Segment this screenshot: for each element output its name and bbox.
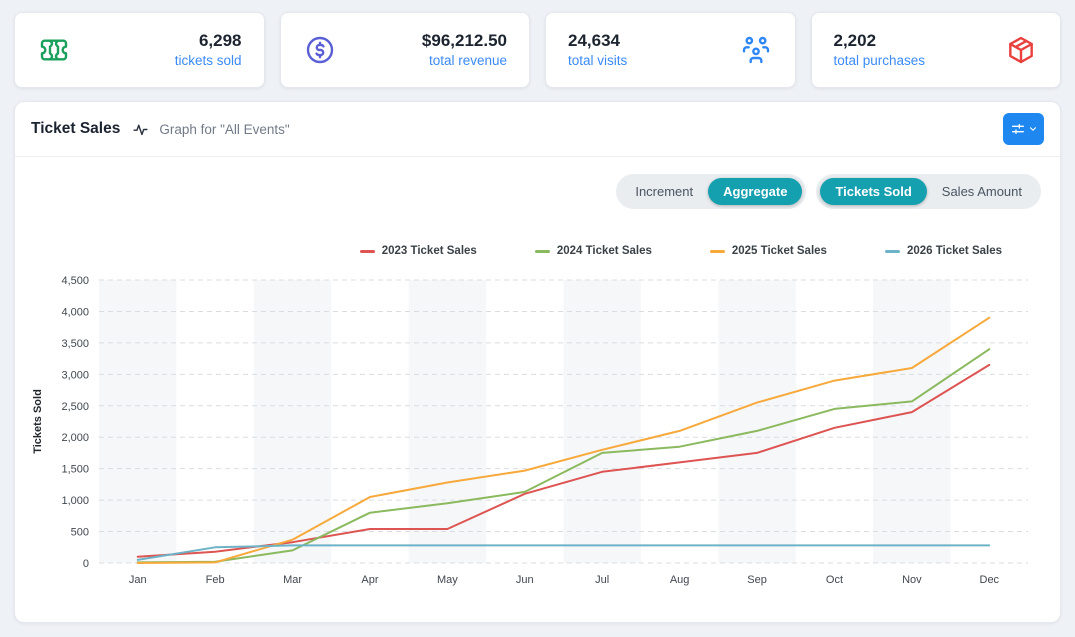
stat-value: 6,298 [175, 30, 242, 51]
users-group-icon [739, 33, 773, 67]
panel-title: Ticket Sales [31, 120, 120, 138]
ticket-sales-line-chart: 0 500 1,000 1,500 2,000 2,500 3,000 3,500 4,000 4… [27, 267, 1050, 601]
legend-item[interactable]: 2023 Ticket Sales [360, 245, 477, 257]
x-tick-label: Jul [595, 574, 609, 586]
stat-card-total-purchases: 2,202 total purchases [811, 12, 1062, 88]
x-tick-label: Feb [206, 574, 225, 586]
y-tick-label: 2,000 [61, 432, 89, 444]
stat-label: total purchases [834, 53, 926, 70]
x-tick-label: Nov [902, 574, 922, 586]
legend-label: 2024 Ticket Sales [557, 245, 652, 257]
y-tick-label: 500 [71, 527, 89, 539]
package-icon [1004, 33, 1038, 67]
legend-marker [535, 250, 550, 253]
chart-controls: Increment Aggregate Tickets Sold Sales A… [15, 157, 1060, 209]
stat-label: tickets sold [175, 53, 242, 70]
x-tick-label: Aug [670, 574, 690, 586]
toggle-aggregate[interactable]: Aggregate [708, 178, 802, 205]
metric-toggle-group: Tickets Sold Sales Amount [816, 174, 1041, 209]
stat-card-total-revenue: $96,212.50 total revenue [280, 12, 531, 88]
legend-item[interactable]: 2024 Ticket Sales [535, 245, 652, 257]
toggle-sales-amount[interactable]: Sales Amount [927, 178, 1037, 205]
y-tick-label: 4,500 [61, 275, 89, 287]
legend-marker [360, 250, 375, 253]
legend-item[interactable]: 2025 Ticket Sales [710, 245, 827, 257]
toggle-tickets-sold[interactable]: Tickets Sold [820, 178, 926, 205]
x-tick-label: Jan [129, 574, 147, 586]
chart-legend: 2023 Ticket Sales 2024 Ticket Sales 2025 T… [15, 209, 1060, 257]
chart-area: 0 500 1,000 1,500 2,000 2,500 3,000 3,500 4,000 4… [15, 257, 1060, 606]
y-tick-label: 3,500 [61, 338, 89, 350]
stat-value: 2,202 [834, 30, 926, 51]
dollar-circle-icon [303, 33, 337, 67]
stats-row: 6,298 tickets sold $96,212.50 total reve… [0, 0, 1075, 88]
legend-marker [885, 250, 900, 253]
y-tick-label: 1,000 [61, 495, 89, 507]
toggle-increment[interactable]: Increment [620, 178, 708, 205]
panel-subtitle: Graph for "All Events" [159, 122, 289, 137]
activity-icon [132, 121, 149, 138]
ticket-icon [37, 33, 71, 67]
y-axis-title: Tickets Sold [32, 389, 44, 454]
x-tick-label: May [437, 574, 458, 586]
panel-header: Ticket Sales Graph for "All Events" [15, 102, 1060, 157]
stat-value: 24,634 [568, 30, 627, 51]
x-tick-label: Sep [747, 574, 767, 586]
stat-value: $96,212.50 [422, 30, 507, 51]
legend-marker [710, 250, 725, 253]
y-tick-label: 2,500 [61, 401, 89, 413]
y-tick-label: 4,000 [61, 306, 89, 318]
x-tick-label: Apr [361, 574, 378, 586]
x-tick-label: Dec [980, 574, 1000, 586]
x-tick-label: Oct [826, 574, 843, 586]
legend-item[interactable]: 2026 Ticket Sales [885, 245, 1002, 257]
chart-settings-button[interactable] [1003, 113, 1044, 145]
x-tick-label: Jun [516, 574, 534, 586]
ticket-sales-panel: Ticket Sales Graph for "All Events" Incr… [14, 101, 1061, 623]
chevron-down-icon [1028, 124, 1038, 134]
stat-card-tickets-sold: 6,298 tickets sold [14, 12, 265, 88]
mode-toggle-group: Increment Aggregate [616, 174, 806, 209]
legend-label: 2023 Ticket Sales [382, 245, 477, 257]
y-tick-label: 3,000 [61, 369, 89, 381]
legend-label: 2026 Ticket Sales [907, 245, 1002, 257]
x-tick-label: Mar [283, 574, 302, 586]
sliders-icon [1010, 121, 1026, 137]
y-tick-label: 1,500 [61, 464, 89, 476]
stat-label: total revenue [422, 53, 507, 70]
stat-card-total-visits: 24,634 total visits [545, 12, 796, 88]
y-tick-label: 0 [83, 558, 89, 570]
legend-label: 2025 Ticket Sales [732, 245, 827, 257]
stat-label: total visits [568, 53, 627, 70]
